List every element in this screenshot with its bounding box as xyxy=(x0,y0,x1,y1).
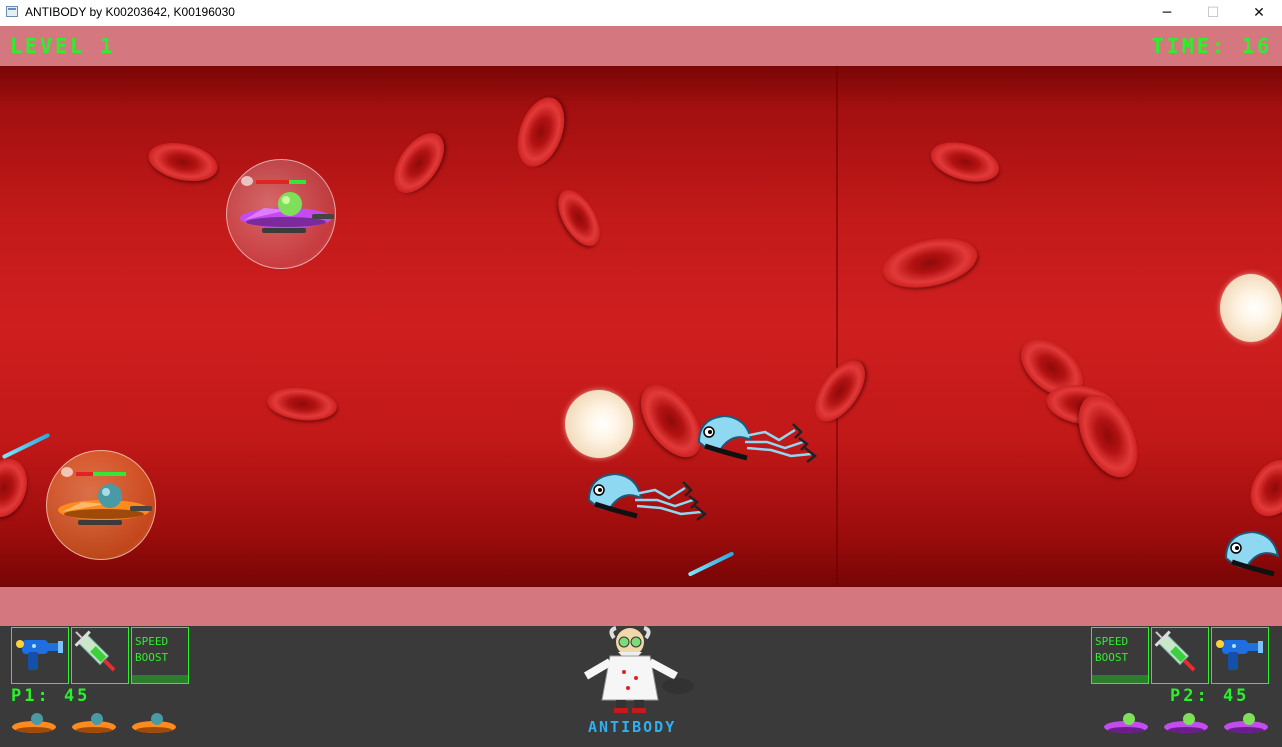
p2-speed-boost-label: SPEED BOOST xyxy=(1095,634,1128,666)
p1-speed-boost-slot: SPEED BOOST xyxy=(131,627,189,684)
p2-syringe-slot xyxy=(1151,627,1209,684)
syringe-icon xyxy=(74,630,116,672)
app-icon xyxy=(6,6,18,17)
p1-speed-boost-label: SPEED BOOST xyxy=(135,634,168,666)
boost-text: BOOST xyxy=(1095,651,1129,664)
player1-ship xyxy=(58,484,152,525)
scientist-mascot xyxy=(583,626,694,713)
red-blood-cell xyxy=(0,452,35,524)
speed-text: SPEED xyxy=(1095,635,1129,648)
bacteria-enemy xyxy=(1224,530,1280,577)
game-logo: ANTIBODY xyxy=(588,718,677,736)
syringe-icon xyxy=(1154,630,1196,672)
p1-score: P1: 45 xyxy=(11,686,91,706)
red-blood-cell xyxy=(265,384,339,424)
p1-life-ship xyxy=(72,713,116,733)
close-button[interactable]: ✕ xyxy=(1236,0,1282,26)
minimize-button[interactable]: ─ xyxy=(1144,0,1190,26)
speed-text: SPEED xyxy=(135,635,169,648)
p2-speed-boost-slot: SPEED BOOST xyxy=(1091,627,1149,684)
red-blood-cell xyxy=(383,124,455,202)
top-hud-band xyxy=(0,26,1282,66)
p1-syringe-slot xyxy=(71,627,129,684)
window-title: ANTIBODY by K00203642, K00196030 xyxy=(25,5,235,19)
bottom-hud-band xyxy=(0,587,1282,626)
bacteria-enemy xyxy=(587,472,708,521)
p2-life-ship xyxy=(1224,713,1268,733)
level-label: LEVEL 1 xyxy=(10,34,116,58)
needle-projectile xyxy=(1,432,51,460)
p2-raygun-slot xyxy=(1211,627,1269,684)
red-blood-cell xyxy=(1240,451,1282,525)
bubble-glint xyxy=(61,467,73,477)
player1-health-bar xyxy=(76,472,126,476)
bacteria-enemy xyxy=(697,414,818,463)
raygun-icon xyxy=(16,640,63,670)
p2-life-ship xyxy=(1164,713,1208,733)
maximize-button[interactable]: ☐ xyxy=(1190,0,1236,26)
window-titlebar: ANTIBODY by K00203642, K00196030 ─ ☐ ✕ xyxy=(0,0,1282,27)
game-playfield[interactable] xyxy=(0,66,1282,587)
red-blood-cell xyxy=(508,90,574,174)
bubble-glint xyxy=(241,176,253,186)
p2-life-ship xyxy=(1104,713,1148,733)
player2-ship xyxy=(240,192,334,233)
red-blood-cell xyxy=(549,183,609,253)
p2-score: P2: 45 xyxy=(1170,686,1250,706)
background-seam xyxy=(836,66,838,587)
time-label: TIME: 16 xyxy=(1151,34,1272,58)
red-blood-cell xyxy=(145,137,221,187)
red-blood-cell xyxy=(878,230,982,296)
white-blood-cell xyxy=(1220,274,1282,342)
player2-health-bar xyxy=(256,180,306,184)
boost-text: BOOST xyxy=(135,651,169,664)
p1-life-ship xyxy=(12,713,56,733)
p1-speed-boost-bar xyxy=(132,675,188,683)
needle-projectile xyxy=(687,551,735,577)
white-blood-cell xyxy=(565,390,633,458)
p1-life-ship xyxy=(132,713,176,733)
p1-raygun-slot xyxy=(11,627,69,684)
raygun-icon xyxy=(1216,640,1263,670)
p2-speed-boost-bar xyxy=(1092,675,1148,683)
red-blood-cell xyxy=(926,135,1004,189)
